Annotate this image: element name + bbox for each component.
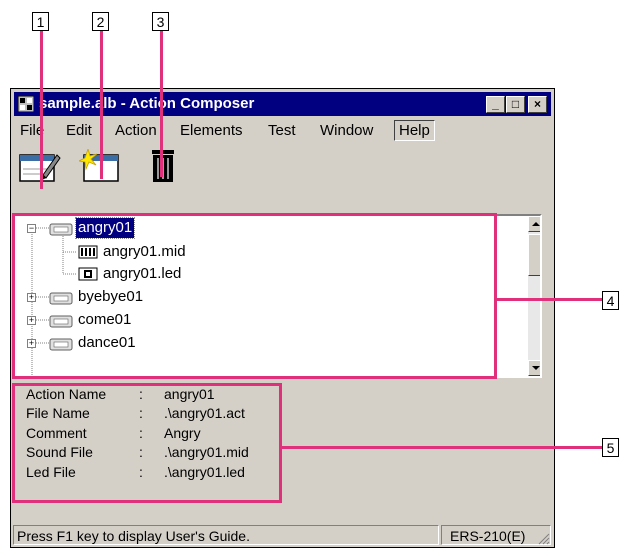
status-model: ERS-210(E) (441, 525, 551, 545)
callout-3-leader (160, 31, 163, 177)
menu-window[interactable]: Window (320, 122, 373, 139)
callout-4: 4 (602, 291, 619, 310)
trash-icon[interactable] (150, 147, 176, 183)
status-message: Press F1 key to display User's Guide. (13, 525, 439, 545)
window-title: sample.alb - Action Composer (39, 95, 255, 112)
menu-elements[interactable]: Elements (180, 122, 243, 139)
menu-bar: File Edit Action Elements Test Window He… (14, 119, 551, 141)
callout-5-highlight (12, 383, 282, 503)
menu-help[interactable]: Help (394, 120, 435, 141)
menu-action[interactable]: Action (115, 122, 157, 139)
title-bar[interactable]: sample.alb - Action Composer _ □ × (14, 92, 551, 116)
callout-2-leader (100, 31, 103, 179)
callout-2: 2 (92, 12, 109, 31)
callout-5-leader (282, 446, 602, 449)
callout-1: 1 (32, 12, 49, 31)
status-bar: Press F1 key to display User's Guide. ER… (13, 525, 552, 547)
menu-edit[interactable]: Edit (66, 122, 92, 139)
callout-1-leader (40, 31, 43, 189)
close-button[interactable]: × (528, 96, 547, 113)
callout-4-leader (497, 298, 602, 301)
callout-3: 3 (152, 12, 169, 31)
resize-grip-icon[interactable] (538, 533, 550, 545)
minimize-button[interactable]: _ (486, 96, 505, 113)
vertical-scrollbar[interactable] (528, 216, 540, 376)
scroll-down-button[interactable] (528, 360, 540, 376)
arrow-up-icon (532, 222, 540, 226)
scroll-up-button[interactable] (528, 216, 540, 232)
menu-test[interactable]: Test (268, 122, 296, 139)
callout-4-highlight (12, 213, 497, 379)
toolbar (14, 145, 551, 185)
callout-5: 5 (602, 438, 619, 457)
scroll-thumb[interactable] (528, 234, 540, 276)
maximize-button[interactable]: □ (506, 96, 525, 113)
app-icon (18, 96, 34, 112)
arrow-down-icon (532, 366, 540, 370)
